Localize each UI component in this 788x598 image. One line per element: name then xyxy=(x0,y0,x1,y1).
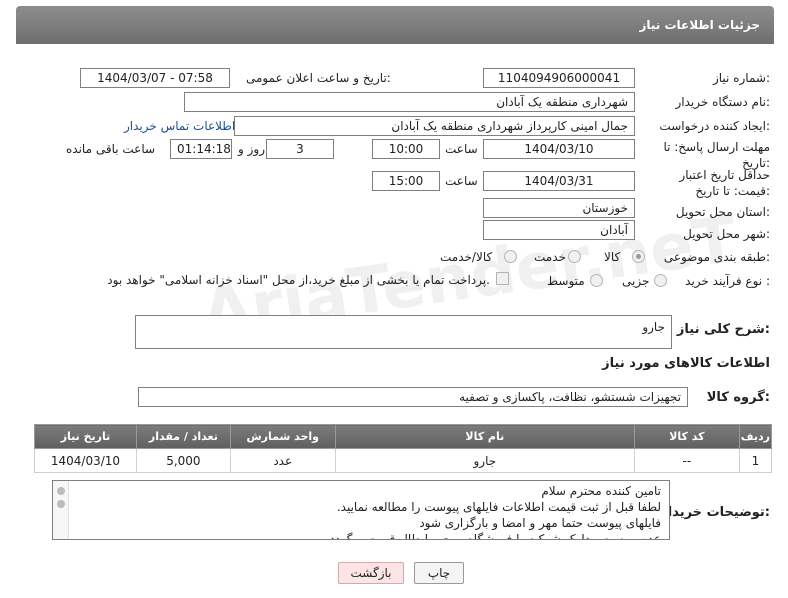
cell-unit: عدد xyxy=(229,448,336,473)
creator-label: ایجاد کننده درخواست: xyxy=(659,119,770,133)
need-number-label: شماره نیاز: xyxy=(712,71,770,85)
treasury-payment-note: پرداخت تمام یا بخشی از مبلغ خرید،از محل … xyxy=(107,273,490,287)
process-option-medium: متوسط xyxy=(547,274,585,288)
category-radio-goods-service[interactable] xyxy=(504,250,517,263)
buyer-notes-field[interactable]: تامین کننده محترم سلام لطفا قبل از ثبت ق… xyxy=(52,480,670,540)
goods-section-title: اطلاعات کالاهای مورد نیاز xyxy=(602,356,770,371)
buyer-contact-link[interactable]: اطلاعات تماس خریدار xyxy=(124,119,235,133)
category-option-goods: کالا xyxy=(604,250,621,264)
process-option-small: جزیی xyxy=(622,274,650,288)
notes-line: لطفا قبل از ثبت قیمت اطلاعات فایلهای پیو… xyxy=(336,500,661,514)
category-label: طبقه بندی موضوعی: xyxy=(663,250,770,264)
notes-line: فایلهای پیوست حتما مهر و امضا و بارگزاری… xyxy=(419,516,661,530)
days-label: روز و xyxy=(238,142,265,156)
cell-need-date: 1404/03/10 xyxy=(34,448,137,473)
col-unit: واحد شمارش xyxy=(229,424,336,449)
treasury-payment-checkbox[interactable] xyxy=(496,272,509,285)
process-radio-small[interactable] xyxy=(654,274,667,287)
process-label: نوع فرآیند خرید : xyxy=(685,274,770,288)
table-row: 1 -- جارو عدد 5,000 1404/03/10 xyxy=(34,448,773,473)
announce-label: تاریخ و ساعت اعلان عمومی: xyxy=(246,71,391,85)
price-validity-label: حداقل تاریخ اعتبار قیمت: تا تاریخ: xyxy=(679,168,770,198)
category-radio-service[interactable] xyxy=(568,250,581,263)
category-option-service: خدمت xyxy=(534,250,566,264)
city-label: شهر محل تحویل: xyxy=(683,227,770,241)
notes-line: عدم پیوست مدارک شرکت یا فروشگاه موجب ابط… xyxy=(325,532,661,540)
table-header-row: ردیف کد کالا نام کالا واحد شمارش تعداد /… xyxy=(34,424,773,449)
goods-group-label: گروه کالا: xyxy=(706,390,770,405)
page-title: جزئیات اطلاعات نیاز xyxy=(639,18,760,32)
announce-field: 1404/03/07 - 07:58 xyxy=(80,68,230,88)
summary-label: شرح کلی نیاز: xyxy=(676,322,770,337)
price-time-label: ساعت xyxy=(445,174,478,188)
cell-goods-code: -- xyxy=(633,448,740,473)
col-quantity: تعداد / مقدار xyxy=(135,424,231,449)
col-need-date: تاریخ نیاز xyxy=(34,424,137,449)
notes-scrollbar[interactable] xyxy=(53,481,69,539)
time-remaining-label: ساعت باقی مانده xyxy=(66,142,156,156)
summary-field[interactable]: جارو xyxy=(135,315,672,349)
reply-time-label: ساعت xyxy=(445,142,478,156)
col-row-number: ردیف xyxy=(738,424,773,449)
province-field: خوزستان xyxy=(483,198,635,218)
cell-row-number: 1 xyxy=(738,448,773,473)
process-radio-medium[interactable] xyxy=(590,274,603,287)
col-goods-code: کد کالا xyxy=(633,424,740,449)
cell-quantity: 5,000 xyxy=(135,448,231,473)
time-remaining-field: 01:14:18 xyxy=(170,139,232,159)
category-option-goods-service: کالا/خدمت xyxy=(440,250,493,264)
goods-group-field: تجهیزات شستشو، نظافت، پاکسازی و تصفیه xyxy=(138,387,688,407)
reply-date-field: 1404/03/10 xyxy=(483,139,635,159)
header-bar: جزئیات اطلاعات نیاز xyxy=(16,6,774,44)
category-radio-goods[interactable] xyxy=(632,250,645,263)
creator-field: جمال امینی کارپرداز شهرداری منطقه یک آبا… xyxy=(234,116,635,136)
scroll-up-icon[interactable] xyxy=(57,487,65,495)
col-goods-name: نام کالا xyxy=(334,424,635,449)
price-time-field: 15:00 xyxy=(372,171,440,191)
back-button[interactable]: بازگشت xyxy=(338,562,404,584)
buyer-notes-label: توضیحات خریدار: xyxy=(660,505,770,520)
buyer-field: شهرداری منطقه یک آبادان xyxy=(184,92,635,112)
days-remaining-field: 3 xyxy=(266,139,334,159)
cell-goods-name: جارو xyxy=(334,448,635,473)
price-date-field: 1404/03/31 xyxy=(483,171,635,191)
notes-line: تامین کننده محترم سلام xyxy=(541,484,661,498)
need-number-field: 1104094906000041 xyxy=(483,68,635,88)
scroll-thumb-icon[interactable] xyxy=(57,500,65,508)
city-field: آبادان xyxy=(483,220,635,240)
goods-table: ردیف کد کالا نام کالا واحد شمارش تعداد /… xyxy=(34,424,773,473)
province-label: استان محل تحویل: xyxy=(675,205,770,219)
print-button[interactable]: چاپ xyxy=(414,562,464,584)
reply-time-field: 10:00 xyxy=(372,139,440,159)
buyer-label: نام دستگاه خریدار: xyxy=(675,95,771,109)
